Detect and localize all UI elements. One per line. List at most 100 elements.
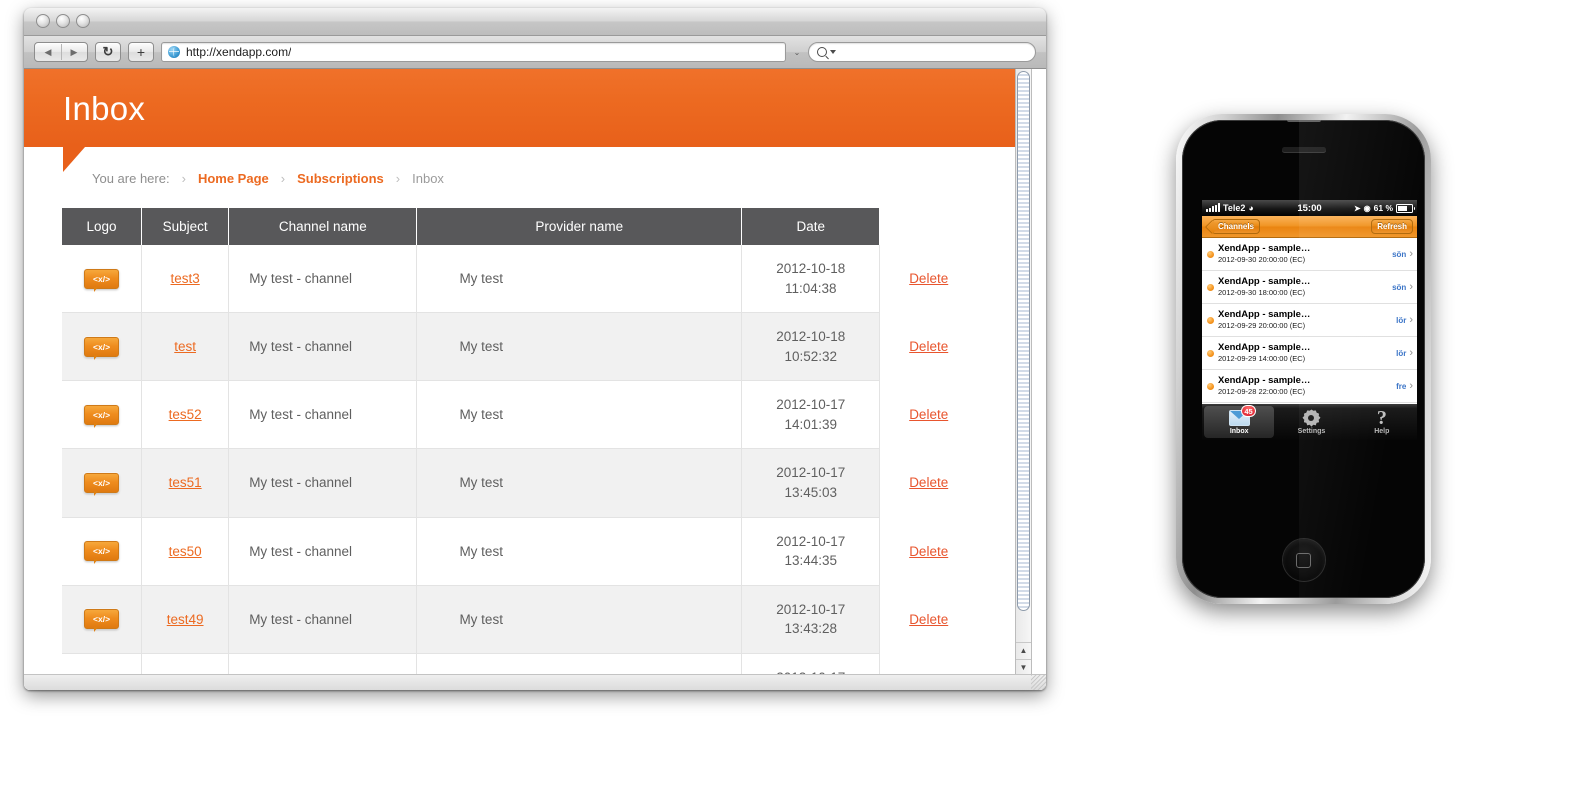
cell-actions: Delete xyxy=(879,312,977,381)
subject-link[interactable]: tes50 xyxy=(169,544,202,559)
status-left: Tele2 ◕ xyxy=(1206,203,1297,213)
message-list-item[interactable]: XendApp - sample… 2012-09-30 18:00:00 (EC… xyxy=(1202,271,1417,304)
browser-viewport: Inbox You are here: › Home Page › Subscr… xyxy=(24,69,1046,690)
home-button[interactable] xyxy=(1282,539,1325,581)
scroll-up-button[interactable]: ▲ xyxy=(1016,642,1031,659)
cell-subject: tes50 xyxy=(141,517,230,586)
reload-icon: ↻ xyxy=(102,44,114,59)
subject-link[interactable]: test xyxy=(174,339,196,354)
unread-dot-icon xyxy=(1207,316,1214,324)
cell-subject: tes51 xyxy=(141,448,230,518)
cell-channel-name: My test - channel xyxy=(228,517,418,586)
unread-dot-icon xyxy=(1207,250,1214,258)
column-header-provider-name[interactable]: Provider name xyxy=(416,208,743,245)
chevron-right-icon: › xyxy=(1409,379,1413,392)
tab-settings[interactable]: Settings xyxy=(1276,404,1346,440)
earpiece-speaker xyxy=(1281,147,1326,152)
column-header-logo[interactable]: Logo xyxy=(62,208,143,245)
chevron-right-icon: › xyxy=(1409,346,1413,359)
reload-button[interactable]: ↻ xyxy=(95,42,121,62)
browser-toolbar: ◀ ▶ ↻ + http://xendapp.com/ ⌄ xyxy=(24,36,1046,69)
channel-logo-icon: <x/> xyxy=(84,336,120,360)
message-meta: fre› xyxy=(1396,379,1413,392)
zoom-window-button[interactable] xyxy=(76,14,90,28)
message-list-item[interactable]: XendApp - sample… 2012-09-29 14:00:00 (EC… xyxy=(1202,337,1417,370)
forward-icon[interactable]: ▶ xyxy=(61,47,87,57)
add-bookmark-button[interactable]: + xyxy=(128,42,154,62)
delete-button[interactable]: Delete xyxy=(909,339,948,354)
scrollbar-thumb[interactable] xyxy=(1017,71,1030,611)
search-icon xyxy=(817,47,827,57)
subject-link[interactable]: test3 xyxy=(170,271,199,286)
delete-button[interactable]: Delete xyxy=(909,271,948,286)
message-meta: sön › xyxy=(1392,248,1413,260)
delete-button[interactable]: Delete xyxy=(909,475,948,490)
close-window-button[interactable] xyxy=(36,14,50,28)
resize-grip[interactable] xyxy=(1031,675,1046,690)
message-title: XendApp - sample… xyxy=(1218,375,1311,387)
nav-divider xyxy=(61,44,62,60)
message-day: lör xyxy=(1396,315,1407,325)
tab-help[interactable]: ? Help xyxy=(1347,404,1417,440)
address-bar-value: http://xendapp.com/ xyxy=(186,45,292,59)
chevron-down-icon: ▼ xyxy=(1019,663,1028,672)
column-header-channel-name[interactable]: Channel name xyxy=(228,208,418,245)
subject-link[interactable]: test49 xyxy=(167,612,204,627)
cell-subject: tes52 xyxy=(141,380,230,450)
message-title: XendApp - sample… xyxy=(1218,342,1311,354)
cell-provider-name: My test xyxy=(416,245,743,314)
breadcrumb-item-home-page[interactable]: Home Page xyxy=(198,171,269,186)
breadcrumb-item-inbox: Inbox xyxy=(412,171,444,186)
unread-dot-icon xyxy=(1207,349,1214,357)
tab-inbox[interactable]: 45 Inbox xyxy=(1204,405,1275,438)
page-title: Inbox xyxy=(63,90,146,127)
cell-date: 2012-10-17 13:44:35 xyxy=(741,517,881,586)
cell-date: 2012-10-18 10:52:32 xyxy=(741,312,881,382)
message-body: XendApp - sample… 2012-09-30 20:00:00 (EC… xyxy=(1218,243,1392,265)
cell-logo: <x/> xyxy=(62,448,143,518)
iphone-screen: Tele2 ◕ 15:00 ➤ ◉ 61 % Channels Refresh xyxy=(1202,200,1417,440)
message-date: 2012-09-30 20:00:00 (EC) xyxy=(1218,255,1306,265)
cell-logo: <x/> xyxy=(62,312,143,382)
minimize-window-button[interactable] xyxy=(56,14,70,28)
channels-back-button[interactable]: Channels xyxy=(1212,219,1261,234)
plus-icon: + xyxy=(136,44,146,60)
channel-logo-icon: <x/> xyxy=(84,609,120,633)
channel-logo-icon: <x/> xyxy=(84,268,120,292)
address-bar[interactable]: http://xendapp.com/ xyxy=(161,42,786,62)
cell-date: 2012-10-17 14:01:39 xyxy=(741,380,881,450)
search-input[interactable] xyxy=(808,42,1036,62)
message-list-item[interactable]: XendApp - sample… 2012-09-30 20:00:00 (EC… xyxy=(1202,238,1417,271)
refresh-button[interactable]: Refresh xyxy=(1371,219,1413,234)
subject-link[interactable]: tes51 xyxy=(169,475,202,490)
message-list-item[interactable]: XendApp - sample… 2012-09-28 22:00:00 (EC… xyxy=(1202,370,1417,403)
cell-provider-name: My test xyxy=(416,380,743,450)
message-list-item[interactable]: XendApp - sample… 2012-09-29 20:00:00 (EC… xyxy=(1202,304,1417,337)
table-row: <x/> test49 My test - channel My test 2012-1… xyxy=(62,585,977,654)
chevron-down-icon[interactable]: ⌄ xyxy=(793,48,801,57)
cell-date: 2012-10-18 11:04:38 xyxy=(741,245,881,314)
column-header-subject[interactable]: Subject xyxy=(141,208,230,245)
back-icon[interactable]: ◀ xyxy=(35,47,61,57)
subject-link[interactable]: tes52 xyxy=(169,407,202,422)
cell-subject: test49 xyxy=(141,585,230,654)
breadcrumb-item-subscriptions[interactable]: Subscriptions xyxy=(297,171,384,186)
delete-button[interactable]: Delete xyxy=(909,544,948,559)
breadcrumb-prefix: You are here: xyxy=(92,171,170,186)
breadcrumb-separator-icon: › xyxy=(181,171,186,186)
message-meta: lör › xyxy=(1396,346,1413,359)
message-body: XendApp - sample… 2012-09-30 18:00:00 (EC… xyxy=(1218,276,1392,298)
cell-actions: Delete xyxy=(879,380,977,449)
page-scrollbar[interactable]: ▲ ▼ xyxy=(1015,69,1032,690)
cell-channel-name: My test - channel xyxy=(228,585,418,654)
delete-button[interactable]: Delete xyxy=(909,612,948,627)
cell-actions: Delete xyxy=(879,245,977,313)
tab-label: Settings xyxy=(1297,428,1326,435)
column-header-date[interactable]: Date xyxy=(741,208,881,245)
message-day: lör xyxy=(1396,348,1407,358)
cell-subject: test xyxy=(141,312,230,382)
battery-percent: 61 % xyxy=(1373,203,1393,213)
delete-button[interactable]: Delete xyxy=(909,407,948,422)
browser-window: ◀ ▶ ↻ + http://xendapp.com/ ⌄ Inbox You … xyxy=(24,8,1046,690)
cell-logo: <x/> xyxy=(62,380,143,450)
